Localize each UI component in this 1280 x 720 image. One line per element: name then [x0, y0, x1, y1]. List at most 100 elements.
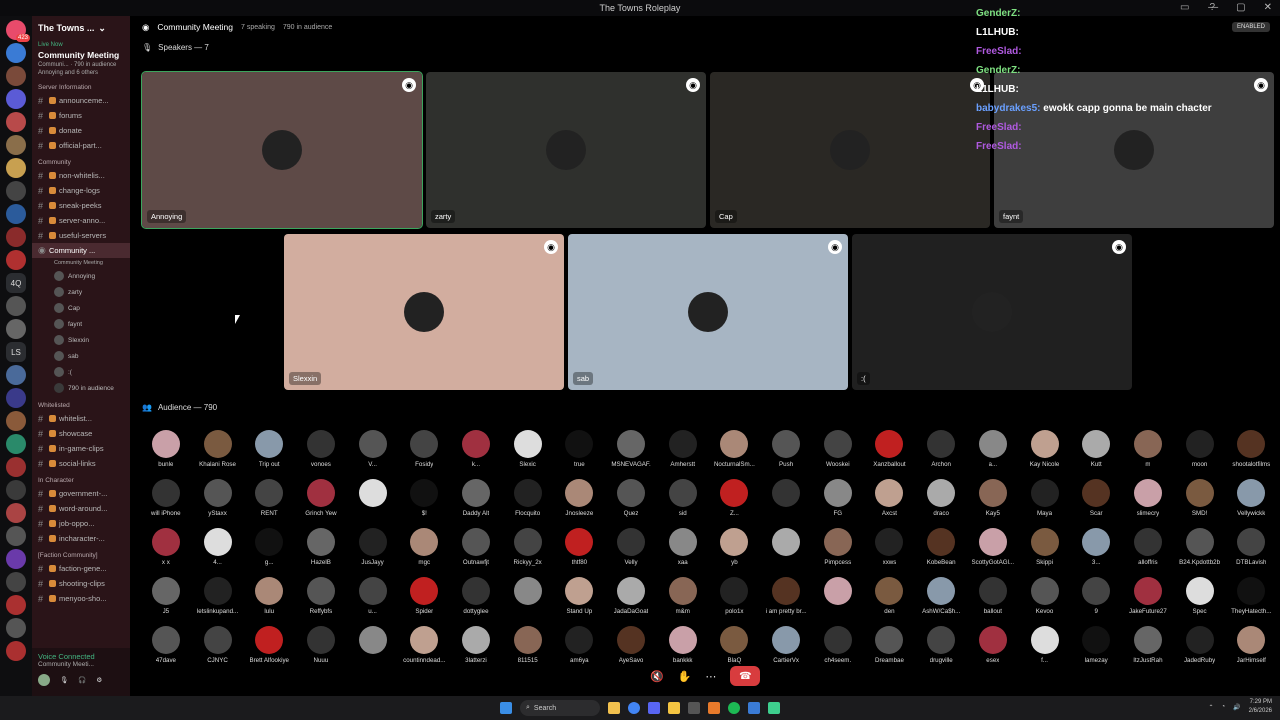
raise-hand-icon[interactable]: ✋ [678, 670, 692, 683]
server-icon[interactable] [6, 250, 26, 270]
channel-item[interactable]: # sneak-peeks [32, 198, 130, 213]
wifi-icon[interactable]: ◔ [1222, 704, 1226, 710]
app-icon[interactable] [688, 702, 700, 714]
category-in-character[interactable]: In Character [32, 471, 130, 486]
audience-member[interactable]: lulu [243, 575, 295, 624]
audience-member[interactable]: Khalani Rose [192, 428, 244, 477]
server-icon[interactable] [6, 365, 26, 385]
channel-item[interactable]: # job-oppo... [32, 516, 130, 531]
voice-member[interactable]: faynt [32, 316, 130, 332]
audience-member[interactable]: i am pretty br... [760, 575, 812, 624]
server-icon[interactable] [6, 204, 26, 224]
audience-member[interactable]: k... [450, 428, 502, 477]
voice-member[interactable]: Cap [32, 300, 130, 316]
channel-item[interactable]: # non-whitelis... [32, 168, 130, 183]
audience-member[interactable]: J5 [140, 575, 192, 624]
windows-start-icon[interactable] [500, 702, 512, 714]
channel-item[interactable]: # server-anno... [32, 213, 130, 228]
audience-member[interactable]: RENT [243, 477, 295, 526]
server-icon[interactable] [6, 618, 26, 638]
audience-member[interactable]: Brett Alfookiye [243, 624, 295, 673]
audience-member[interactable]: draco [915, 477, 967, 526]
audience-member[interactable]: xaa [657, 526, 709, 575]
settings-icon[interactable]: ⚙ [96, 676, 102, 684]
server-icon[interactable] [6, 549, 26, 569]
server-icon[interactable] [6, 296, 26, 316]
audience-member[interactable]: Kutt [1070, 428, 1122, 477]
server-icon[interactable] [6, 480, 26, 500]
audience-member[interactable]: Grinch Yew [295, 477, 347, 526]
voice-member[interactable]: zarty [32, 284, 130, 300]
audience-member[interactable]: Kay Nicole [1019, 428, 1071, 477]
audience-member[interactable]: 47dave [140, 624, 192, 673]
audience-member[interactable]: ScottyGotAGl... [967, 526, 1019, 575]
audience-member[interactable]: CJNYC [192, 624, 244, 673]
audience-member[interactable]: m&m [657, 575, 709, 624]
audience-member[interactable]: thtf80 [554, 526, 606, 575]
audience-member[interactable]: 3... [1070, 526, 1122, 575]
mic-icon[interactable]: 🎙 [60, 676, 68, 684]
chevron-up-icon[interactable]: ⌃ [1209, 704, 1214, 711]
taskbar-search[interactable]: ⌕ Search [520, 700, 600, 716]
vlc-icon[interactable] [708, 702, 720, 714]
audience-member[interactable]: Stand Up [554, 575, 606, 624]
audience-member[interactable]: Skippi [1019, 526, 1071, 575]
audience-member[interactable]: JadedRuby [1174, 624, 1226, 673]
channel-item[interactable]: # forums [32, 108, 130, 123]
app-icon[interactable] [608, 702, 620, 714]
audience-member[interactable]: 3latterzi [450, 624, 502, 673]
channel-item[interactable]: # shooting-clips [32, 576, 130, 591]
channel-item[interactable]: # incharacter-... [32, 531, 130, 546]
audience-member[interactable]: Amherstt [657, 428, 709, 477]
audience-member[interactable]: JarHimself [1225, 624, 1277, 673]
channel-item[interactable]: # word-around... [32, 501, 130, 516]
audience-member[interactable]: yb [709, 526, 761, 575]
audience-member[interactable]: Archon [915, 428, 967, 477]
audience-member[interactable]: Scar [1070, 477, 1122, 526]
maximize-button[interactable]: ▢ [1236, 2, 1245, 13]
audience-member[interactable]: KobeBean [915, 526, 967, 575]
audience-member[interactable]: Spec [1174, 575, 1226, 624]
audience-member[interactable]: Kay5 [967, 477, 1019, 526]
audience-member[interactable]: moon [1174, 428, 1226, 477]
audience-member[interactable]: den [864, 575, 916, 624]
audience-member[interactable]: xxws [864, 526, 916, 575]
audience-member[interactable]: Vellywickk [1225, 477, 1277, 526]
audience-member[interactable]: 9 [1070, 575, 1122, 624]
stage-channel[interactable]: ◉ Community ... [32, 243, 130, 258]
server-icon[interactable] [6, 66, 26, 86]
app-icon[interactable] [768, 702, 780, 714]
audience-member[interactable]: SMD! [1174, 477, 1226, 526]
audience-member[interactable]: ch4seem. [812, 624, 864, 673]
chrome-icon[interactable] [628, 702, 640, 714]
audience-member[interactable]: u... [347, 575, 399, 624]
headphones-icon[interactable]: 🎧 [78, 676, 86, 684]
audience-member[interactable]: Nuuu [295, 624, 347, 673]
channel-item[interactable]: # useful-servers [32, 228, 130, 243]
mute-icon[interactable]: 🔇 [650, 670, 664, 683]
audience-member[interactable]: 4... [192, 526, 244, 575]
server-icon[interactable] [6, 319, 26, 339]
audience-member[interactable] [347, 477, 399, 526]
speaker-tile[interactable]: Annoying ◉ [141, 71, 423, 229]
audience-member[interactable]: vonoes [295, 428, 347, 477]
audience-member[interactable]: polo1x [709, 575, 761, 624]
channel-item[interactable]: # announceme... [32, 93, 130, 108]
audience-member[interactable]: true [554, 428, 606, 477]
audience-member[interactable]: Rickyy_2x [502, 526, 554, 575]
folder-icon[interactable] [668, 702, 680, 714]
audience-member[interactable]: Quez [605, 477, 657, 526]
audience-member[interactable]: Dreambae [864, 624, 916, 673]
server-icon[interactable]: 4Q [6, 273, 26, 293]
channel-item[interactable]: # donate [32, 123, 130, 138]
category-whitelisted[interactable]: Whitelisted [32, 396, 130, 411]
channel-item[interactable]: # faction-gene... [32, 561, 130, 576]
audience-member[interactable] [760, 526, 812, 575]
server-icon[interactable] [6, 89, 26, 109]
server-icon[interactable] [6, 411, 26, 431]
audience-member[interactable]: Flocquito [502, 477, 554, 526]
app-icon[interactable] [748, 702, 760, 714]
audience-member[interactable] [502, 575, 554, 624]
audience-member[interactable]: NocturnalSm... [709, 428, 761, 477]
audience-member[interactable]: FG [812, 477, 864, 526]
